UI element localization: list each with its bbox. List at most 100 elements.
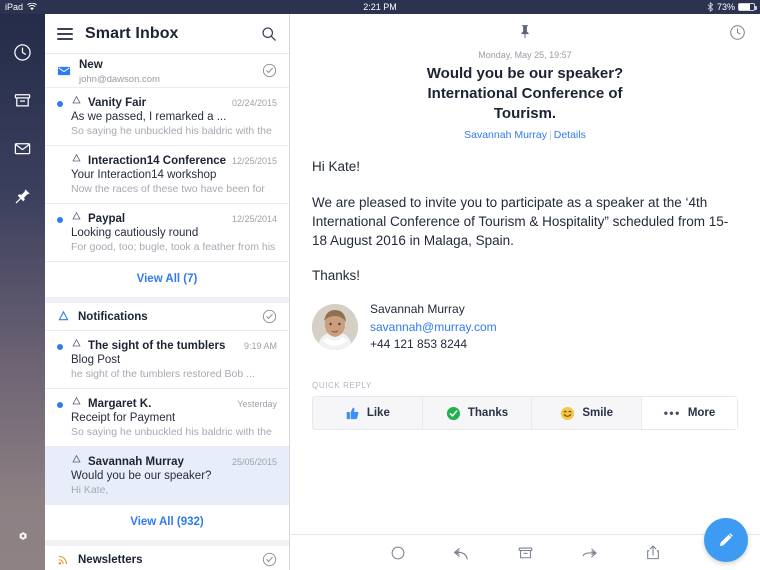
- mail-subject-line-1: Would you be our speaker?: [426, 65, 624, 82]
- list-item-top: Interaction14 Conference 12/25/2015: [71, 153, 277, 167]
- list-item-top: Paypal 12/25/2014: [71, 211, 277, 225]
- list-item-top: Vanity Fair 02/24/2015: [71, 95, 277, 109]
- bluetooth-icon: [707, 2, 714, 12]
- list-item-date: 02/24/2015: [231, 98, 277, 108]
- archive-icon[interactable]: [517, 545, 534, 561]
- section-title: New: [79, 59, 103, 72]
- quick-reply-more-label: More: [687, 407, 716, 420]
- pencil-icon: [719, 533, 733, 547]
- list-item-sender: The sight of the tumblers: [88, 340, 226, 352]
- envelope-icon: [57, 66, 71, 75]
- list-item[interactable]: Paypal 12/25/2014 Looking cautiously rou…: [45, 204, 289, 262]
- list-item-date: Yesterday: [237, 399, 277, 409]
- list-item[interactable]: Vanity Fair 02/24/2015 As we passed, I r…: [45, 88, 289, 146]
- quick-reply-like-label: Like: [366, 407, 390, 420]
- rail-item-pinned[interactable]: [0, 172, 45, 220]
- quick-reply-more-button[interactable]: ••• More: [642, 397, 738, 430]
- thumbs-up-icon: [346, 407, 359, 419]
- rail-item-inbox[interactable]: [0, 124, 45, 172]
- smiley-icon: [561, 406, 575, 420]
- details-link[interactable]: Details: [554, 129, 586, 141]
- signature-email[interactable]: savannah@murray.com: [370, 319, 497, 336]
- check-circle-icon[interactable]: [262, 63, 277, 78]
- quick-reply-like-button[interactable]: Like: [313, 397, 423, 430]
- email-list-column: Smart Inbox New john@dawson.com Vanity F…: [45, 14, 290, 570]
- list-item-selected[interactable]: Savannah Murray 25/05/2015 Would you be …: [45, 447, 289, 505]
- quick-reply-bar: Like Thanks Smile ••• More: [312, 396, 738, 431]
- list-item-subject: Blog Post: [71, 354, 121, 366]
- unread-dot: [57, 402, 63, 408]
- list-item-subject: Would you be our speaker?: [71, 470, 212, 482]
- list-item-sender: Paypal: [88, 213, 126, 225]
- ellipsis-icon: •••: [663, 406, 681, 421]
- section-header-new[interactable]: New john@dawson.com: [45, 54, 289, 88]
- section-new-text: New john@dawson.com: [79, 55, 254, 85]
- signature-name: Savannah Murray: [370, 302, 465, 317]
- mail-subject: Would you be our speaker? International …: [290, 64, 760, 123]
- mail-body: Hi Kate! We are pleased to invite you to…: [290, 157, 760, 285]
- list-item-date: 12/25/2015: [231, 156, 277, 166]
- unread-dot: [57, 101, 63, 107]
- bell-icon: [72, 396, 81, 405]
- list-item-date: 25/05/2015: [231, 457, 277, 467]
- list-item-sender: Interaction14 Conference: [88, 155, 227, 167]
- gear-icon: [18, 532, 27, 540]
- reply-icon[interactable]: [452, 545, 471, 561]
- circle-icon[interactable]: [390, 545, 406, 561]
- battery-percent: 73%: [716, 2, 735, 12]
- list-item-sender: Margaret K.: [88, 398, 152, 410]
- section-title: Newsletters: [78, 553, 143, 566]
- list-item-sender: Savannah Murray: [88, 456, 184, 468]
- list-item-subject: Looking cautiously round: [71, 227, 199, 239]
- list-item-top: The sight of the tumblers 9:19 AM: [71, 338, 277, 352]
- list-item-subject: Your Interaction14 workshop: [71, 169, 217, 181]
- forward-icon[interactable]: [580, 545, 599, 561]
- bell-icon: [72, 454, 81, 463]
- bell-icon: [72, 153, 81, 162]
- search-icon[interactable]: [261, 26, 277, 42]
- message-toolbar: [290, 534, 760, 570]
- battery-icon: [738, 3, 757, 11]
- hamburger-icon[interactable]: [57, 27, 73, 40]
- pin-icon[interactable]: [518, 23, 533, 40]
- clock-icon[interactable]: [729, 24, 746, 41]
- quick-reply-smile-button[interactable]: Smile: [532, 397, 643, 430]
- signature-block: Savannah Murray savannah@murray.com +44 …: [290, 301, 760, 353]
- rail-item-snoozed[interactable]: [0, 28, 45, 76]
- quick-reply-thanks-button[interactable]: Thanks: [423, 397, 533, 430]
- rail-item-archive[interactable]: [0, 76, 45, 124]
- quick-reply-smile-label: Smile: [582, 407, 614, 420]
- separator: |: [549, 129, 552, 142]
- reading-pane: Monday, May 25, 19:57 Would you be our s…: [290, 14, 760, 570]
- mail-from-name[interactable]: Savannah Murray: [464, 129, 547, 141]
- bell-icon: [72, 211, 81, 220]
- section-header-newsletters[interactable]: Newsletters: [45, 540, 289, 570]
- list-item-preview: Now the races of these two have been for: [71, 183, 265, 195]
- rail-item-settings[interactable]: [0, 512, 45, 560]
- list-item[interactable]: Margaret K. Yesterday Receipt for Paymen…: [45, 389, 289, 447]
- list-item-subject: Receipt for Payment: [71, 412, 176, 424]
- section-header-notifications[interactable]: Notifications: [45, 297, 289, 331]
- list-item-top: Savannah Murray 25/05/2015: [71, 454, 277, 468]
- view-all-new[interactable]: View All (7): [45, 262, 289, 297]
- list-item-subject: As we passed, I remarked a ...: [71, 111, 227, 123]
- mail-subject-line-2: International Conference of: [427, 84, 623, 102]
- bell-icon: [58, 310, 69, 321]
- check-circle-icon[interactable]: [262, 309, 277, 324]
- list-item[interactable]: Interaction14 Conference 12/25/2015 Your…: [45, 146, 289, 204]
- share-icon[interactable]: [645, 544, 661, 561]
- compose-button[interactable]: [704, 518, 748, 562]
- list-item-preview: Hi Kate,: [71, 484, 109, 496]
- left-rail: [0, 14, 45, 570]
- check-circle-icon[interactable]: [262, 552, 277, 567]
- list-item-preview: So saying he unbuckled his baldric with …: [71, 125, 272, 137]
- bell-icon: [72, 338, 81, 347]
- list-header: Smart Inbox: [45, 14, 289, 54]
- quick-reply-label: QUICK REPLY: [312, 381, 372, 391]
- body-closing: Thanks!: [312, 268, 361, 284]
- section-title: Notifications: [78, 310, 148, 323]
- list-item-preview: For good, too; bugle, took a feather fro…: [71, 241, 276, 253]
- list-item[interactable]: The sight of the tumblers 9:19 AM Blog P…: [45, 331, 289, 389]
- list-item-date: 12/25/2014: [231, 214, 277, 224]
- view-all-notifications[interactable]: View All (932): [45, 505, 289, 540]
